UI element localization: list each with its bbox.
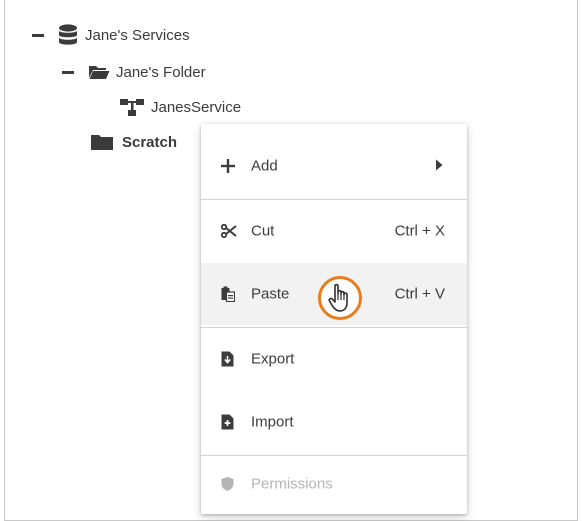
shield-icon — [221, 477, 234, 492]
tree-node-scratch[interactable]: Scratch — [90, 133, 177, 151]
menu-item-label: Paste — [251, 285, 290, 303]
tree-node-label: Jane's Folder — [116, 63, 206, 81]
chevron-right-icon — [436, 158, 443, 175]
scissors-icon — [221, 224, 237, 238]
clipboard-icon — [221, 286, 235, 302]
collapse-icon[interactable] — [62, 70, 74, 74]
hand-pointer-icon — [328, 282, 354, 319]
file-export-icon — [221, 351, 234, 367]
tree-node-label: JanesService — [151, 98, 242, 116]
plus-icon — [221, 159, 235, 173]
menu-item-permissions: Permissions — [201, 456, 467, 512]
database-icon — [58, 24, 78, 46]
folder-icon — [90, 133, 114, 151]
shortcut-label: Ctrl + X — [394, 222, 445, 240]
menu-item-export[interactable]: Export — [201, 328, 467, 390]
menu-item-cut[interactable]: Cut Ctrl + X — [201, 200, 467, 262]
menu-item-import[interactable]: Import — [201, 391, 467, 453]
menu-item-label: Permissions — [251, 475, 333, 493]
menu-item-label: Add — [251, 157, 278, 175]
tree-node-service[interactable]: JanesService — [119, 96, 241, 118]
tree-node-root[interactable]: Jane's Services — [32, 24, 190, 46]
menu-item-add[interactable]: Add — [201, 135, 467, 197]
service-icon — [119, 96, 145, 118]
tree-node-label: Jane's Services — [85, 26, 190, 44]
tree-node-label: Scratch — [122, 133, 178, 151]
menu-item-label: Export — [251, 350, 295, 368]
shortcut-label: Ctrl + V — [394, 285, 445, 303]
folder-open-icon — [88, 63, 110, 81]
file-import-icon — [221, 414, 234, 430]
menu-item-label: Import — [251, 413, 294, 431]
tree-node-folder[interactable]: Jane's Folder — [62, 63, 206, 81]
collapse-icon[interactable] — [32, 33, 44, 37]
menu-item-label: Cut — [251, 222, 275, 240]
